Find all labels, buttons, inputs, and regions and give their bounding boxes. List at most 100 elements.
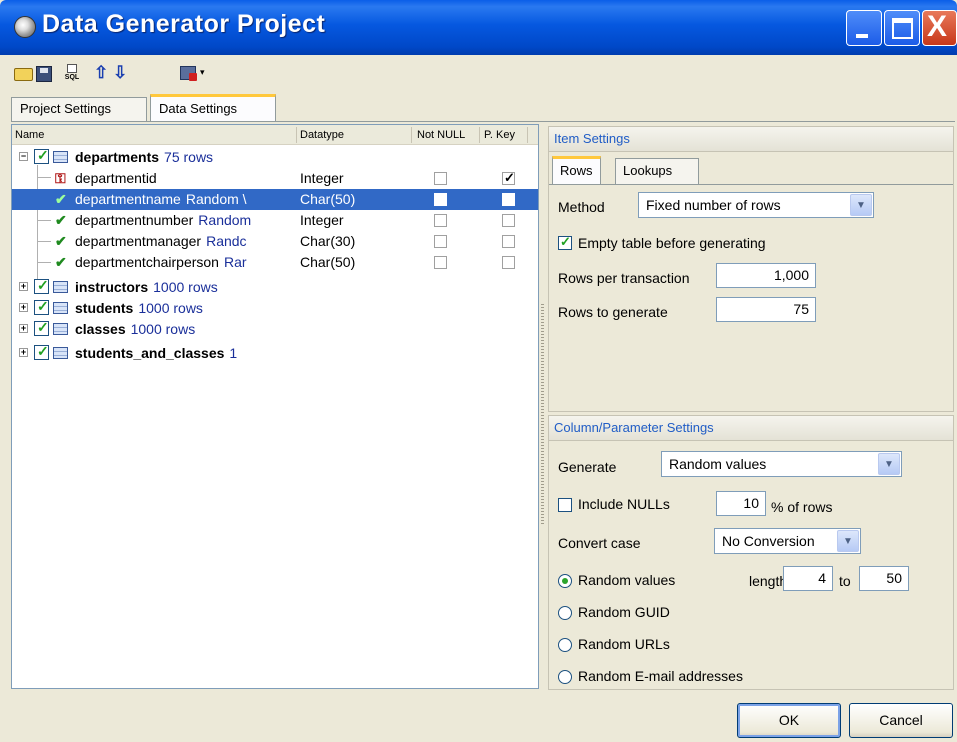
table-checkbox[interactable]: ✓ bbox=[34, 343, 49, 360]
generator-check-icon: ✔ bbox=[55, 191, 67, 207]
empty-table-label[interactable]: Empty table before generating bbox=[578, 235, 766, 251]
chevron-down-icon[interactable]: ▼ bbox=[837, 530, 859, 552]
column-generator: Rar bbox=[223, 254, 247, 270]
radio-random-urls[interactable] bbox=[558, 638, 572, 652]
collapse-icon[interactable]: − bbox=[19, 152, 28, 161]
not-null-checkbox[interactable] bbox=[434, 214, 447, 227]
include-nulls-checkbox[interactable] bbox=[558, 498, 572, 512]
rows-to-generate-label: Rows to generate bbox=[558, 304, 668, 320]
primary-key-checkbox[interactable] bbox=[502, 214, 515, 227]
table-row-count: 1000 rows bbox=[153, 279, 218, 295]
generator-check-icon: ✔ bbox=[55, 212, 67, 228]
open-folder-icon[interactable] bbox=[14, 64, 34, 82]
chevron-down-icon[interactable]: ▾ bbox=[200, 67, 205, 78]
include-nulls-label[interactable]: Include NULLs bbox=[578, 496, 670, 512]
column-header-datatype[interactable]: Datatype bbox=[300, 129, 344, 141]
empty-table-checkbox[interactable]: ✓ bbox=[558, 234, 572, 250]
random-emails-label[interactable]: Random E-mail addresses bbox=[578, 668, 743, 684]
title-bar[interactable]: Data Generator Project X bbox=[0, 0, 957, 55]
panel-splitter[interactable] bbox=[539, 124, 547, 689]
column-divider[interactable] bbox=[411, 127, 412, 143]
length-max-input[interactable]: 50 bbox=[859, 566, 909, 591]
generate-select[interactable]: Random values ▼ bbox=[661, 451, 902, 477]
length-min-input[interactable]: 4 bbox=[783, 566, 833, 591]
tab-data-settings[interactable]: Data Settings bbox=[150, 94, 276, 122]
tree-table-row[interactable]: + ✓ classes 1000 rows bbox=[12, 319, 538, 340]
rows-per-transaction-input[interactable]: 1,000 bbox=[716, 263, 816, 288]
sql-icon[interactable]: SQL bbox=[63, 64, 81, 82]
chevron-down-icon[interactable]: ▼ bbox=[850, 194, 872, 216]
maximize-button[interactable] bbox=[884, 10, 920, 46]
tab-rows[interactable]: Rows bbox=[552, 156, 601, 184]
table-name: instructors bbox=[75, 279, 149, 295]
check-icon: ✓ bbox=[37, 319, 49, 335]
rows-to-generate-input[interactable]: 75 bbox=[716, 297, 816, 322]
table-name: students_and_classes bbox=[75, 345, 225, 361]
column-divider[interactable] bbox=[527, 127, 528, 143]
table-checkbox[interactable]: ✓ bbox=[34, 298, 49, 315]
table-checkbox[interactable]: ✓ bbox=[34, 319, 49, 336]
not-null-checkbox[interactable] bbox=[434, 256, 447, 269]
not-null-checkbox[interactable] bbox=[434, 235, 447, 248]
column-header-p-key[interactable]: P. Key bbox=[484, 129, 515, 141]
minimize-button[interactable] bbox=[846, 10, 882, 46]
table-tree[interactable]: Name Datatype Not NULL P. Key − ✓ depart… bbox=[11, 124, 539, 689]
close-button[interactable]: X bbox=[922, 10, 957, 46]
column-divider[interactable] bbox=[296, 127, 297, 143]
random-urls-label[interactable]: Random URLs bbox=[578, 636, 670, 652]
expand-icon[interactable]: + bbox=[19, 348, 28, 357]
chevron-down-icon[interactable]: ▼ bbox=[878, 453, 900, 475]
save-icon[interactable] bbox=[36, 64, 53, 82]
move-down-icon[interactable]: ⇩ bbox=[113, 64, 127, 82]
primary-key-checkbox[interactable] bbox=[502, 235, 515, 248]
primary-key-checkbox[interactable]: ✓ bbox=[502, 170, 515, 185]
tree-column-row[interactable]: ✔ departmentmanager Randc Char(30) bbox=[12, 231, 538, 252]
table-icon bbox=[53, 347, 68, 359]
move-up-icon[interactable]: ⇧ bbox=[94, 64, 108, 82]
not-null-checkbox[interactable] bbox=[434, 172, 447, 185]
radio-random-guid[interactable] bbox=[558, 606, 572, 620]
tree-table-row[interactable]: + ✓ instructors 1000 rows bbox=[12, 277, 538, 298]
tree-table-row[interactable]: + ✓ students 1000 rows bbox=[12, 298, 538, 319]
expand-icon[interactable]: + bbox=[19, 324, 28, 333]
not-null-checkbox[interactable] bbox=[434, 193, 447, 206]
table-name: classes bbox=[75, 321, 126, 337]
cancel-button[interactable]: Cancel bbox=[849, 703, 953, 738]
to-label: to bbox=[839, 573, 851, 589]
column-divider[interactable] bbox=[479, 127, 480, 143]
splitter-grip[interactable] bbox=[541, 304, 544, 524]
convert-case-select[interactable]: No Conversion ▼ bbox=[714, 528, 861, 554]
tree-table-row[interactable]: − ✓ departments 75 rows bbox=[12, 147, 538, 168]
column-header-not-null[interactable]: Not NULL bbox=[417, 129, 465, 141]
table-row-count: 1000 rows bbox=[130, 321, 196, 337]
table-checkbox[interactable]: ✓ bbox=[34, 147, 49, 164]
table-checkbox[interactable]: ✓ bbox=[34, 277, 49, 294]
item-settings-panel: Item Settings Rows Lookups Method Fixed … bbox=[548, 126, 954, 412]
expand-icon[interactable]: + bbox=[19, 282, 28, 291]
primary-key-checkbox[interactable] bbox=[502, 193, 515, 206]
generate-icon[interactable]: ▾ bbox=[180, 64, 208, 82]
expand-icon[interactable]: + bbox=[19, 303, 28, 312]
random-values-label[interactable]: Random values bbox=[578, 572, 675, 588]
radio-random-values[interactable] bbox=[558, 574, 572, 588]
tree-table-row[interactable]: + ✓ students_and_classes 1 bbox=[12, 343, 538, 364]
column-name: departmentchairperson bbox=[75, 254, 219, 270]
tree-column-row-selected[interactable]: ✔ departmentname Random \ Char(50) bbox=[12, 189, 538, 210]
nulls-percent-input[interactable]: 10 bbox=[716, 491, 766, 516]
column-name: departmentmanager bbox=[75, 233, 202, 249]
column-header-name[interactable]: Name bbox=[15, 129, 44, 141]
tree-column-row[interactable]: ✔ departmentchairperson Rar Char(50) bbox=[12, 252, 538, 273]
tab-project-settings[interactable]: Project Settings bbox=[11, 97, 147, 121]
generator-check-icon: ✔ bbox=[55, 254, 67, 270]
table-name: departments bbox=[75, 149, 160, 165]
tab-lookups[interactable]: Lookups bbox=[615, 158, 699, 184]
column-settings-panel: Column/Parameter Settings Generate Rando… bbox=[548, 415, 954, 690]
radio-random-emails[interactable] bbox=[558, 670, 572, 684]
method-select[interactable]: Fixed number of rows ▼ bbox=[638, 192, 874, 218]
primary-key-checkbox[interactable] bbox=[502, 256, 515, 269]
tree-column-row[interactable]: ⚿ departmentid Integer ✓ bbox=[12, 168, 538, 189]
column-name: departmentnumber bbox=[75, 212, 194, 228]
tree-column-row[interactable]: ✔ departmentnumber Random Integer bbox=[12, 210, 538, 231]
ok-button[interactable]: OK bbox=[737, 703, 841, 738]
random-guid-label[interactable]: Random GUID bbox=[578, 604, 670, 620]
